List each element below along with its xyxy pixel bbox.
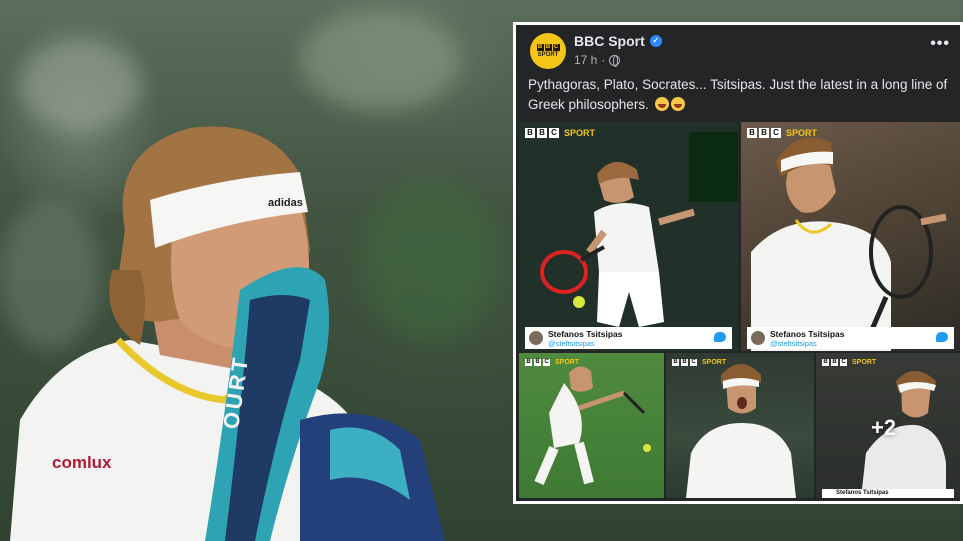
post-header: B B C SPORT BBC Sport ✓ 17 h · •••: [526, 31, 950, 71]
badge-letter: B: [525, 128, 535, 138]
tweet-name: Stefanos Tsitsipas: [548, 328, 623, 339]
badge-letter: B: [831, 359, 838, 366]
post-caption: Pythagoras, Plato, Socrates... Tsitsipas…: [528, 77, 948, 112]
post-time[interactable]: 17 h: [574, 53, 597, 67]
tweet-handle: @steftsitsipas: [770, 338, 817, 348]
laughing-emoji-icon: [654, 97, 669, 111]
badge-word: SPORT: [564, 128, 596, 138]
badge-letter: C: [690, 359, 697, 366]
tweet-avatar: [751, 331, 765, 345]
badge-letter: B: [525, 359, 532, 366]
badge-word: SPORT: [786, 128, 818, 138]
more-photos-count[interactable]: +2: [871, 415, 896, 441]
page-name[interactable]: BBC Sport: [574, 33, 645, 49]
logo-letter: B: [544, 43, 552, 51]
tweet-name: Stefanos Tsitsipas: [822, 489, 954, 498]
headband-brand: adidas: [268, 197, 303, 209]
twitter-bird-icon: [936, 332, 948, 342]
image-grid: B B C SPORT Stefanos Tsitsipas @steftsit…: [519, 122, 960, 498]
tweet-attribution: Stefanos Tsitsipas @steftsitsipas: [525, 327, 732, 349]
badge-letter: B: [534, 359, 541, 366]
badge-letter: C: [549, 128, 559, 138]
badge-letter: B: [672, 359, 679, 366]
photo-tile-5[interactable]: B B C SPORT +2 Stefanos Tsitsipas: [816, 353, 960, 498]
badge-letter: C: [771, 128, 781, 138]
bbc-sport-badge: B B C SPORT: [672, 359, 726, 366]
logo-word: SPORT: [537, 51, 559, 58]
player-portrait-photo: [751, 137, 947, 351]
post-text: Pythagoras, Plato, Socrates... Tsitsipas…: [528, 75, 953, 115]
post-meta: 17 h ·: [574, 53, 621, 67]
more-options-icon[interactable]: •••: [930, 35, 950, 53]
tweet-avatar: [529, 331, 543, 345]
player-lunge-photo: [534, 366, 651, 485]
player-forehand-photo: [519, 122, 738, 351]
logo-letter: C: [552, 43, 560, 51]
bbc-sport-badge: B B C SPORT: [525, 359, 579, 366]
badge-word: SPORT: [852, 359, 877, 366]
post-body: B B C SPORT BBC Sport ✓ 17 h · ••• Pytha…: [516, 25, 960, 501]
tweet-name: Stefanos Tsitsipas: [770, 328, 845, 339]
tweet-names: Stefanos Tsitsipas @steftsitsipas: [770, 329, 844, 348]
badge-word: SPORT: [555, 359, 580, 366]
badge-letter: B: [537, 128, 547, 138]
badge-letter: B: [681, 359, 688, 366]
tweet-handle: @steftsitsipas: [548, 338, 595, 348]
bbc-sport-badge: B B C SPORT: [747, 128, 817, 138]
twitter-bird-icon: [714, 332, 726, 342]
page-avatar[interactable]: B B C SPORT: [530, 33, 566, 69]
page-name-row: BBC Sport ✓: [574, 33, 662, 49]
shirt-sponsor: comlux: [52, 453, 112, 472]
photo-tile-2[interactable]: B B C SPORT Stefanos Tsitsipas @steftsit…: [741, 122, 960, 351]
badge-letter: B: [759, 128, 769, 138]
photo-tile-1[interactable]: B B C SPORT Stefanos Tsitsipas @steftsit…: [519, 122, 738, 351]
bbc-sport-badge: B B C SPORT: [822, 359, 876, 366]
badge-letter: C: [840, 359, 847, 366]
verified-badge-icon: ✓: [649, 35, 662, 47]
bbc-sport-logo: B B C SPORT: [536, 43, 560, 59]
tweet-attribution: Stefanos Tsitsipas @steftsitsipas: [747, 327, 954, 349]
player-shout-photo: [686, 364, 796, 498]
badge-word: SPORT: [702, 359, 727, 366]
badge-letter: B: [747, 128, 757, 138]
globe-icon: [609, 54, 621, 67]
player-photo: adidas OURT comlux: [10, 126, 445, 541]
tweet-names: Stefanos Tsitsipas @steftsitsipas: [548, 329, 622, 348]
laughing-emoji-icon: [670, 97, 685, 111]
photo-tile-4[interactable]: B B C SPORT: [666, 353, 814, 498]
facebook-post-card: B B C SPORT BBC Sport ✓ 17 h · ••• Pytha…: [513, 22, 963, 504]
logo-letter: B: [536, 43, 544, 51]
badge-letter: B: [822, 359, 829, 366]
bbc-sport-badge: B B C SPORT: [525, 128, 595, 138]
photo-tile-3[interactable]: B B C SPORT: [519, 353, 664, 498]
badge-letter: C: [543, 359, 550, 366]
meta-separator: ·: [601, 53, 606, 67]
